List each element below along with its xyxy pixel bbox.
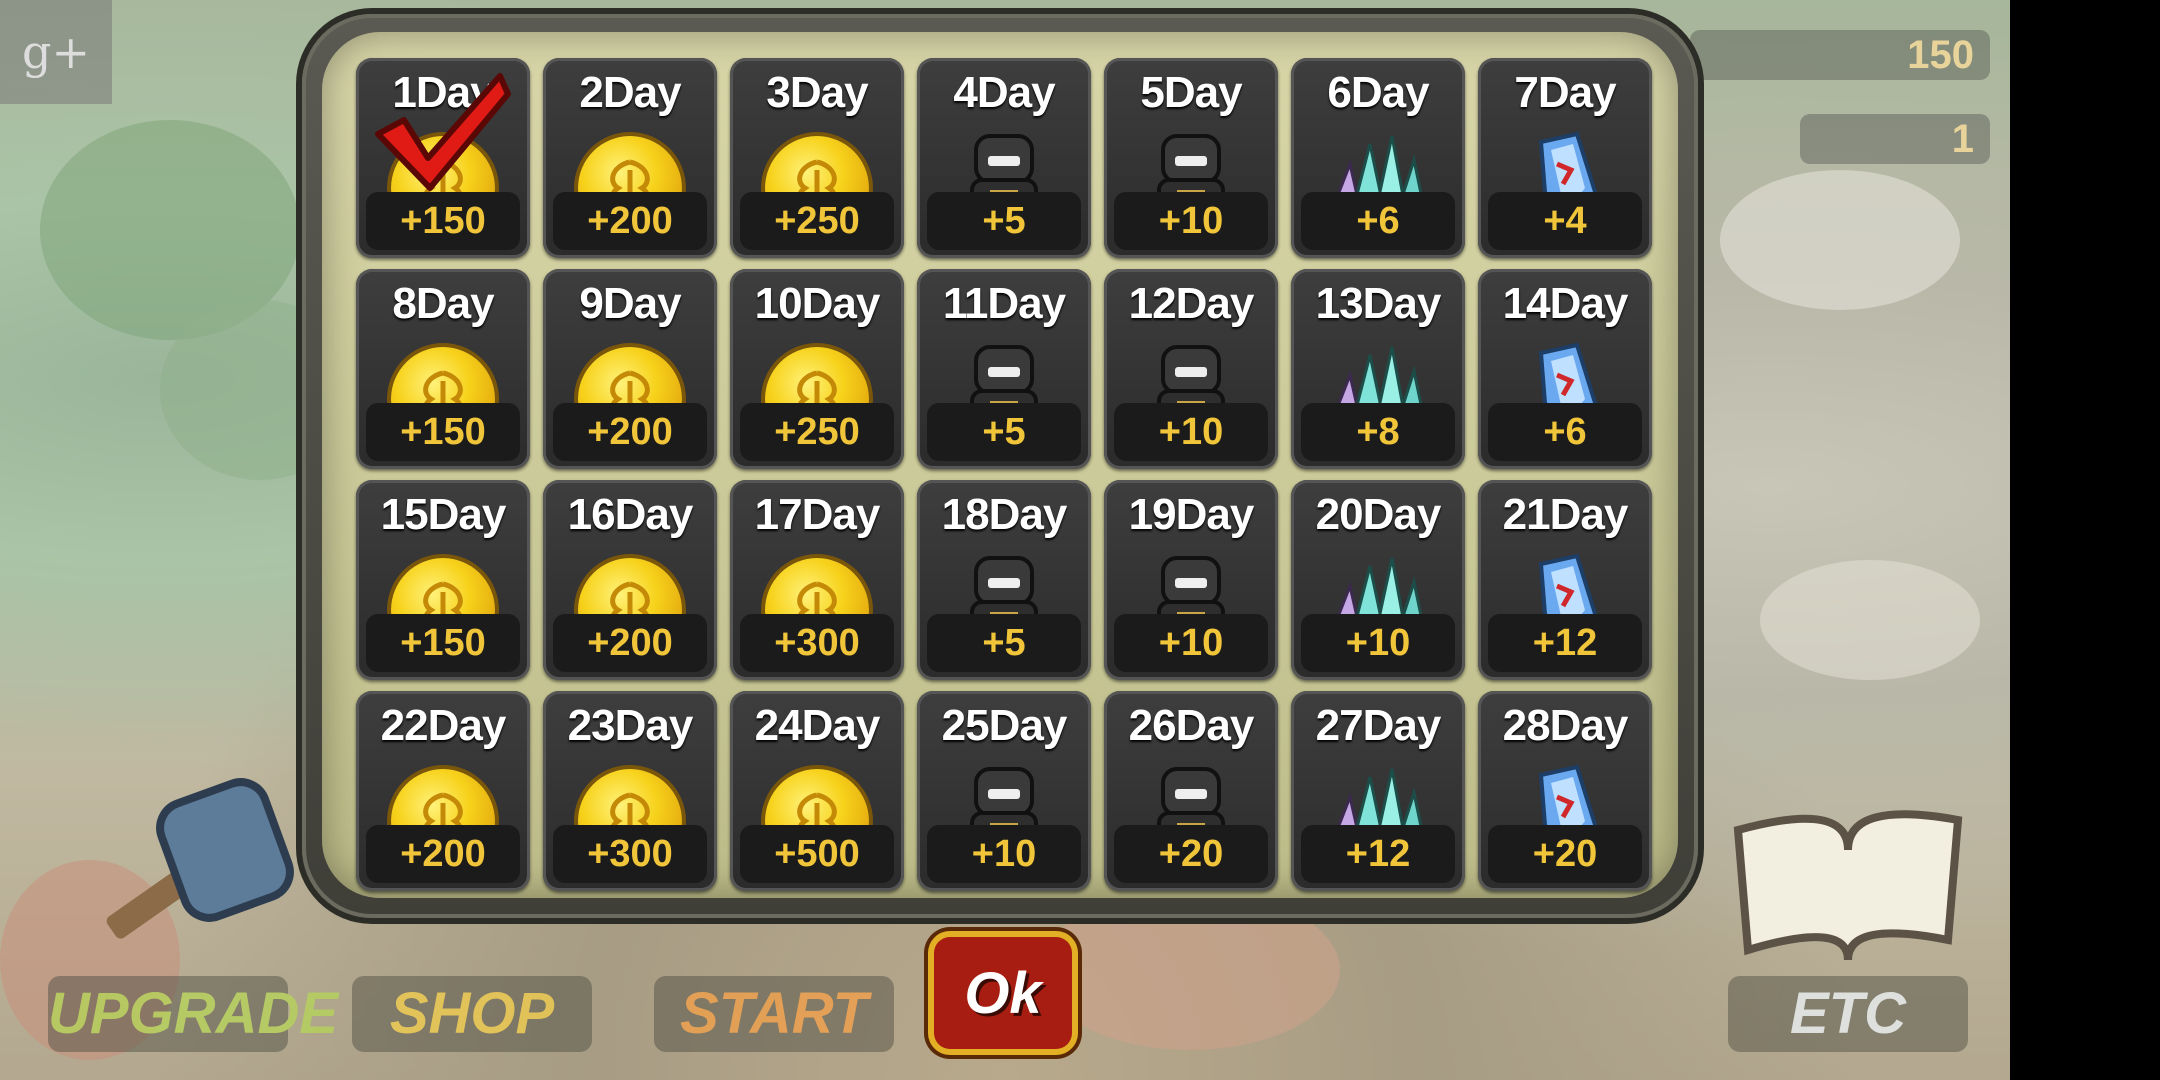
- reward-amount: +5: [927, 403, 1081, 461]
- reward-cell-day-21[interactable]: 21Day +12: [1478, 480, 1652, 680]
- day-label: 5Day: [1140, 68, 1242, 117]
- reward-cell-day-15[interactable]: 15Day +150: [356, 480, 530, 680]
- reward-cell-day-1[interactable]: 1Day +150: [356, 58, 530, 258]
- reward-cell-day-22[interactable]: 22Day +200: [356, 691, 530, 891]
- day-label: 9Day: [579, 279, 681, 328]
- reward-amount: +6: [1301, 192, 1455, 250]
- day-label: 3Day: [766, 68, 868, 117]
- reward-amount: +4: [1488, 192, 1642, 250]
- reward-cell-day-26[interactable]: 26Day +20: [1104, 691, 1278, 891]
- reward-amount: +150: [366, 614, 520, 672]
- day-label: 1Day: [392, 68, 494, 117]
- day-label: 17Day: [754, 490, 881, 539]
- reward-cell-day-28[interactable]: 28Day +20: [1478, 691, 1652, 891]
- reward-amount: +10: [1114, 403, 1268, 461]
- reward-cell-day-7[interactable]: 7Day +4: [1478, 58, 1652, 258]
- day-label: 2Day: [579, 68, 681, 117]
- day-label: 26Day: [1128, 701, 1255, 750]
- day-label: 19Day: [1128, 490, 1255, 539]
- start-button[interactable]: START: [654, 976, 894, 1052]
- day-label: 27Day: [1315, 701, 1442, 750]
- day-label: 15Day: [380, 490, 507, 539]
- reward-amount: +200: [553, 192, 707, 250]
- reward-amount: +12: [1301, 825, 1455, 883]
- day-label: 18Day: [941, 490, 1068, 539]
- reward-amount: +8: [1301, 403, 1455, 461]
- reward-amount: +250: [740, 403, 894, 461]
- day-label: 7Day: [1514, 68, 1616, 117]
- etc-button[interactable]: ETC: [1728, 976, 1968, 1052]
- reward-amount: +10: [927, 825, 1081, 883]
- screen-edge: [2010, 0, 2160, 1080]
- reward-amount: +20: [1488, 825, 1642, 883]
- day-label: 10Day: [754, 279, 881, 328]
- reward-cell-day-27[interactable]: 27Day +12: [1291, 691, 1465, 891]
- ticket-counter: 1: [1800, 114, 1990, 164]
- reward-amount: +12: [1488, 614, 1642, 672]
- reward-cell-day-9[interactable]: 9Day +200: [543, 269, 717, 469]
- reward-amount: +200: [366, 825, 520, 883]
- reward-amount: +200: [553, 614, 707, 672]
- reward-amount: +10: [1114, 614, 1268, 672]
- reward-cell-day-12[interactable]: 12Day +10: [1104, 269, 1278, 469]
- day-label: 4Day: [953, 68, 1055, 117]
- day-label: 20Day: [1315, 490, 1442, 539]
- reward-amount: +300: [553, 825, 707, 883]
- hammer-icon: [106, 778, 294, 939]
- reward-amount: +20: [1114, 825, 1268, 883]
- reward-cell-day-5[interactable]: 5Day +10: [1104, 58, 1278, 258]
- reward-cell-day-23[interactable]: 23Day +300: [543, 691, 717, 891]
- reward-amount: +6: [1488, 403, 1642, 461]
- ok-button[interactable]: Ok: [934, 937, 1072, 1049]
- reward-amount: +10: [1114, 192, 1268, 250]
- reward-cell-day-2[interactable]: 2Day +200: [543, 58, 717, 258]
- reward-cell-day-14[interactable]: 14Day +6: [1478, 269, 1652, 469]
- upgrade-button[interactable]: UPGRADE: [48, 976, 338, 1052]
- coin-counter: 150: [1690, 30, 1990, 80]
- day-label: 11Day: [942, 279, 1066, 328]
- day-label: 6Day: [1327, 68, 1429, 117]
- reward-cell-day-8[interactable]: 8Day +150: [356, 269, 530, 469]
- reward-amount: +500: [740, 825, 894, 883]
- reward-cell-day-17[interactable]: 17Day +300: [730, 480, 904, 680]
- reward-amount: +300: [740, 614, 894, 672]
- reward-cell-day-10[interactable]: 10Day +250: [730, 269, 904, 469]
- reward-cell-day-24[interactable]: 24Day +500: [730, 691, 904, 891]
- day-label: 28Day: [1502, 701, 1629, 750]
- reward-amount: +150: [366, 192, 520, 250]
- day-label: 14Day: [1502, 279, 1629, 328]
- reward-cell-day-11[interactable]: 11Day +5: [917, 269, 1091, 469]
- reward-amount: +250: [740, 192, 894, 250]
- google-plus-button[interactable]: g+: [0, 0, 112, 104]
- day-label: 25Day: [941, 701, 1068, 750]
- reward-cell-day-25[interactable]: 25Day +10: [917, 691, 1091, 891]
- shop-button[interactable]: SHOP: [352, 976, 592, 1052]
- day-label: 8Day: [392, 279, 494, 328]
- reward-cell-day-20[interactable]: 20Day +10: [1291, 480, 1465, 680]
- reward-cell-day-6[interactable]: 6Day +6: [1291, 58, 1465, 258]
- reward-amount: +150: [366, 403, 520, 461]
- reward-amount: +5: [927, 192, 1081, 250]
- reward-cell-day-16[interactable]: 16Day +200: [543, 480, 717, 680]
- day-label: 12Day: [1128, 279, 1255, 328]
- day-label: 22Day: [380, 701, 507, 750]
- day-label: 23Day: [567, 701, 694, 750]
- day-label: 13Day: [1315, 279, 1442, 328]
- reward-amount: +10: [1301, 614, 1455, 672]
- reward-amount: +5: [927, 614, 1081, 672]
- reward-cell-day-19[interactable]: 19Day +10: [1104, 480, 1278, 680]
- day-label: 16Day: [567, 490, 694, 539]
- reward-cell-day-3[interactable]: 3Day +250: [730, 58, 904, 258]
- reward-cell-day-13[interactable]: 13Day +8: [1291, 269, 1465, 469]
- reward-cell-day-4[interactable]: 4Day +5: [917, 58, 1091, 258]
- day-label: 24Day: [754, 701, 881, 750]
- day-label: 21Day: [1502, 490, 1629, 539]
- book-icon: [1733, 810, 1963, 961]
- reward-grid: 1Day +150 2Day +200 3Day +250 4Day +5 5Day +10 6Da…: [356, 58, 1652, 891]
- daily-reward-panel: 1Day +150 2Day +200 3Day +250 4Day +5 5Day +10 6Da…: [302, 14, 1698, 918]
- reward-amount: +200: [553, 403, 707, 461]
- reward-cell-day-18[interactable]: 18Day +5: [917, 480, 1091, 680]
